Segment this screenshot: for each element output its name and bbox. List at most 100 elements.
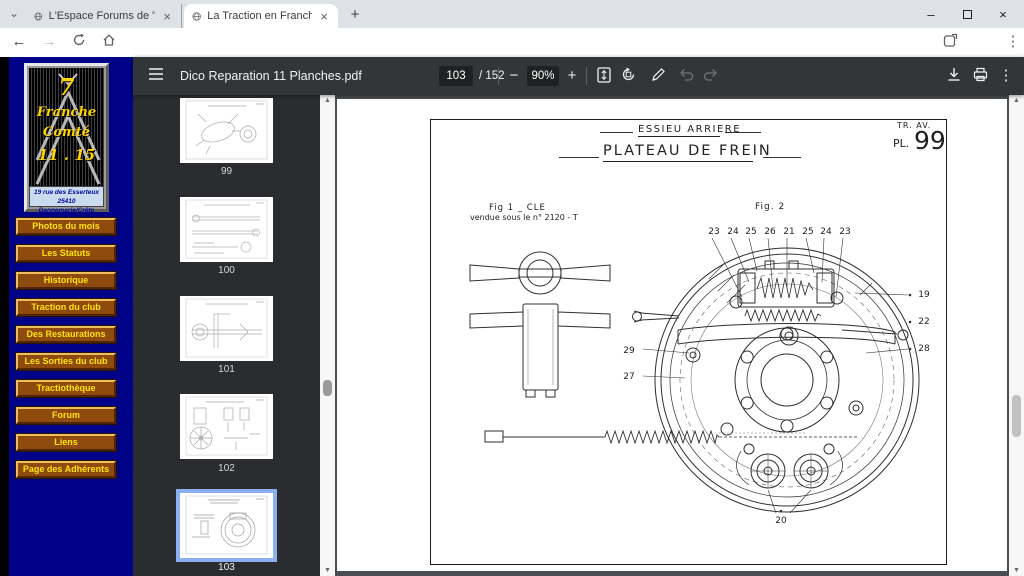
callout-27: 27 xyxy=(620,372,638,382)
tab-title: L'Espace Forums de "La Traction xyxy=(49,10,156,22)
plate-label: PL. xyxy=(893,137,909,150)
fig1-caption-line1: Fig 1 _ CLE xyxy=(489,203,546,213)
callout-23: 23 xyxy=(705,227,723,237)
callout-28: 28 xyxy=(915,344,933,354)
tab-strip: ⌄ L'Espace Forums de "La Traction × La T… xyxy=(0,0,1024,28)
thumbnail-page-number: 99 xyxy=(133,166,320,177)
club-logo[interactable]: 7 Franche Comté 11 . 15 19 rue des Esser… xyxy=(24,63,109,212)
forward-icon[interactable]: → xyxy=(40,33,58,51)
sidebar-item-historique[interactable]: Historique xyxy=(16,272,116,289)
close-icon[interactable]: × xyxy=(318,10,330,23)
thumbnail-page-number: 101 xyxy=(133,364,320,375)
pdf-thumbnail-102[interactable] xyxy=(180,394,273,459)
tab-traction-franche-comte[interactable]: La Traction en Franche Comte × xyxy=(184,4,338,28)
thumbnail-sketch xyxy=(180,493,273,558)
scroll-up-icon[interactable]: ▲ xyxy=(1009,95,1024,106)
fit-to-page-icon[interactable] xyxy=(595,67,613,85)
pdf-thumbnail-99[interactable] xyxy=(180,98,273,163)
restore-button[interactable] xyxy=(960,7,974,21)
callout-24b: 24 xyxy=(817,227,835,237)
home-icon[interactable] xyxy=(100,33,118,51)
thumbnail-page-number: 100 xyxy=(133,265,320,276)
logo-line3: 11 . 15 xyxy=(29,146,104,164)
restore-icon xyxy=(963,10,972,19)
print-icon[interactable] xyxy=(971,67,989,85)
tab-search-icon[interactable]: ⌄ xyxy=(6,6,22,22)
thumbnail-page-number: 102 xyxy=(133,463,320,474)
pdf-toolbar: Dico Reparation 11 Planches.pdf / 152 − … xyxy=(133,57,1024,95)
undo-icon xyxy=(677,67,695,85)
sidebar-item-traction-du-club[interactable]: Traction du club xyxy=(16,299,116,316)
tab-title: La Traction en Franche Comte xyxy=(207,10,312,22)
sidebar-item-liens[interactable]: Liens xyxy=(16,434,116,451)
callout-24: 24 xyxy=(724,227,742,237)
pdf-thumbnail-100[interactable] xyxy=(180,197,273,262)
thumbnail-scrollbar[interactable]: ▲ ▼ xyxy=(320,95,335,576)
page-count-label: / 152 xyxy=(479,70,505,82)
header-dash xyxy=(600,132,633,133)
sidebar-left-strip xyxy=(0,57,9,576)
traction-grille-image: 7 Franche Comté 11 . 15 xyxy=(29,68,104,187)
drawing-frame xyxy=(430,119,947,565)
pdf-main-scrollbar[interactable]: ▲ ▼ xyxy=(1009,95,1024,576)
navigation-bar: ← → https://www.club-traction-citroen.co… xyxy=(0,28,1024,57)
close-icon[interactable]: × xyxy=(161,10,173,23)
sidebar-item-les-statuts[interactable]: Les Statuts xyxy=(16,245,116,262)
refresh-icon[interactable] xyxy=(70,33,88,51)
annotate-pen-icon[interactable] xyxy=(649,67,667,85)
close-window-button[interactable]: × xyxy=(996,7,1010,21)
page-number-input[interactable] xyxy=(439,66,473,86)
drawing-header-top: ESSIEU ARRIERE xyxy=(638,124,720,137)
zoom-level-value[interactable]: 90% xyxy=(527,66,559,86)
plate-number: 99 xyxy=(914,126,946,155)
logo-glyph: 7 xyxy=(29,74,104,101)
sidebar-item-photos-du-mois[interactable]: Photos du mois xyxy=(16,218,116,235)
globe-icon xyxy=(192,10,201,23)
download-icon[interactable] xyxy=(945,67,963,85)
callout-22: 22 xyxy=(915,317,933,327)
rotate-icon[interactable] xyxy=(619,67,637,85)
scroll-up-icon[interactable]: ▲ xyxy=(320,95,335,106)
new-tab-button[interactable]: + xyxy=(344,5,366,27)
thumbnail-scrollbar-thumb[interactable] xyxy=(323,380,332,396)
main-scrollbar-thumb[interactable] xyxy=(1012,395,1021,437)
window-controls: – × xyxy=(924,0,1018,28)
callout-20: 20 xyxy=(772,516,790,526)
scroll-down-icon[interactable]: ▼ xyxy=(1009,565,1024,576)
pdf-page-103: ESSIEU ARRIERE PLATEAU DE FREIN TR. AV. … xyxy=(337,99,1007,571)
sidebar-item-les-sorties-du-club[interactable]: Les Sorties du club xyxy=(16,353,116,370)
callout-19: 19 xyxy=(915,290,933,300)
header-dash xyxy=(725,132,761,133)
pdf-more-icon[interactable]: ⋮ xyxy=(997,67,1015,85)
pdf-thumbnail-101[interactable] xyxy=(180,296,273,361)
back-icon[interactable]: ← xyxy=(10,33,28,51)
pdf-menu-icon[interactable] xyxy=(147,67,165,85)
pdf-thumbnail-panel: 99 100 101 102 103 xyxy=(133,95,320,576)
sidebar-item-des-restaurations[interactable]: Des Restaurations xyxy=(16,326,116,343)
thumbnail-sketch xyxy=(180,98,273,163)
sidebar-item-page-des-adherents[interactable]: Page des Adhérents xyxy=(16,461,116,478)
sidebar-item-forum[interactable]: Forum xyxy=(16,407,116,424)
thumbnail-sketch xyxy=(180,197,273,262)
zoom-in-icon[interactable]: + xyxy=(563,67,581,85)
callout-25: 25 xyxy=(742,227,760,237)
logo-line2: Comté xyxy=(29,125,104,140)
club-address: 19 rue des Esserteux 25410 Dannemarie/Cr… xyxy=(29,186,104,207)
zoom-out-icon[interactable]: − xyxy=(505,67,523,85)
header-dash xyxy=(559,157,599,158)
callout-25b: 25 xyxy=(799,227,817,237)
tab-forums[interactable]: L'Espace Forums de "La Traction × xyxy=(26,4,182,28)
callout-26: 26 xyxy=(761,227,779,237)
minimize-button[interactable]: – xyxy=(924,7,938,21)
browser-window-icon[interactable] xyxy=(941,33,959,51)
drawing-header-main: PLATEAU DE FREIN xyxy=(603,143,753,162)
thumbnail-page-number: 103 xyxy=(133,562,320,573)
browser-menu-icon[interactable]: ⋮ xyxy=(1004,33,1022,51)
pdf-thumbnail-103-selected[interactable] xyxy=(180,493,273,558)
scroll-down-icon[interactable]: ▼ xyxy=(320,565,335,576)
header-dash xyxy=(763,157,801,158)
sidebar-item-tractiotheque[interactable]: Tractiothèque xyxy=(16,380,116,397)
thumbnail-sketch xyxy=(180,394,273,459)
callout-21: 21 xyxy=(780,227,798,237)
callout-29: 29 xyxy=(620,346,638,356)
